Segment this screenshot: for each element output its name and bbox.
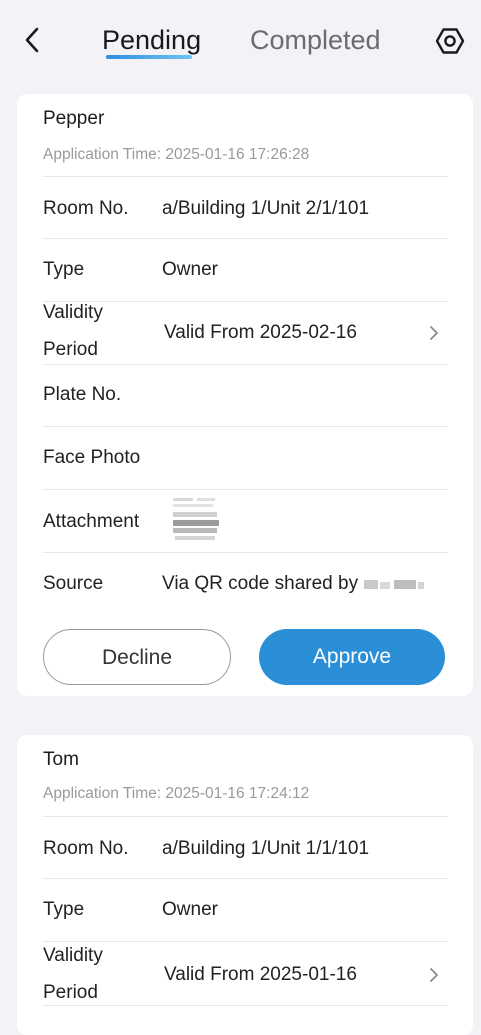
- type-label: Type: [43, 899, 85, 920]
- divider: [43, 552, 448, 553]
- divider: [43, 941, 448, 942]
- application-time: Application Time: 2025-01-16 17:24:12: [43, 785, 310, 802]
- attachment-label: Attachment: [43, 511, 140, 532]
- validity-label-line1: Validity: [43, 302, 103, 323]
- attachment-thumbnail[interactable]: [167, 494, 223, 546]
- face-photo-label: Face Photo: [43, 447, 141, 468]
- divider: [43, 426, 448, 427]
- type-value: Owner: [162, 899, 218, 920]
- divider: [43, 878, 448, 879]
- back-icon[interactable]: [18, 22, 48, 58]
- decline-button[interactable]: Decline: [43, 629, 231, 685]
- action-bar: Decline Approve: [17, 614, 473, 696]
- applicant-name: Pepper: [43, 108, 105, 129]
- approve-button[interactable]: Approve: [259, 629, 445, 685]
- divider: [43, 238, 448, 239]
- divider: [43, 364, 448, 365]
- chevron-right-icon[interactable]: [427, 322, 441, 344]
- top-bar: Pending Completed: [0, 0, 481, 80]
- room-label: Room No.: [43, 198, 129, 219]
- room-label: Room No.: [43, 838, 129, 859]
- settings-icon[interactable]: [434, 25, 466, 57]
- active-tab-indicator: [106, 55, 192, 59]
- divider: [43, 1005, 448, 1006]
- tab-pending[interactable]: Pending: [102, 22, 201, 58]
- validity-value[interactable]: Valid From 2025-02-16: [164, 315, 357, 351]
- validity-value[interactable]: Valid From 2025-01-16: [164, 957, 357, 993]
- validity-label-line2: Period: [43, 339, 98, 360]
- room-value: a/Building 1/Unit 2/1/101: [162, 198, 370, 219]
- chevron-right-icon[interactable]: [427, 964, 441, 986]
- divider: [43, 176, 448, 177]
- room-value: a/Building 1/Unit 1/1/101: [162, 838, 370, 859]
- divider: [43, 816, 448, 817]
- source-label: Source: [43, 573, 104, 594]
- applicant-name: Tom: [43, 749, 79, 770]
- source-value: Via QR code shared by: [162, 566, 426, 602]
- source-text: Via QR code shared by: [162, 573, 359, 594]
- type-label: Type: [43, 259, 85, 280]
- tab-completed[interactable]: Completed: [250, 22, 381, 58]
- divider: [43, 489, 448, 490]
- plate-label: Plate No.: [43, 384, 122, 405]
- validity-label-line1: Validity: [43, 945, 103, 966]
- type-value: Owner: [162, 259, 218, 280]
- application-time: Application Time: 2025-01-16 17:26:28: [43, 146, 310, 163]
- redacted-sharer-name: [364, 579, 425, 589]
- application-card: Tom Application Time: 2025-01-16 17:24:1…: [17, 735, 473, 1035]
- application-card: Pepper Application Time: 2025-01-16 17:2…: [17, 94, 473, 614]
- divider: [43, 301, 448, 302]
